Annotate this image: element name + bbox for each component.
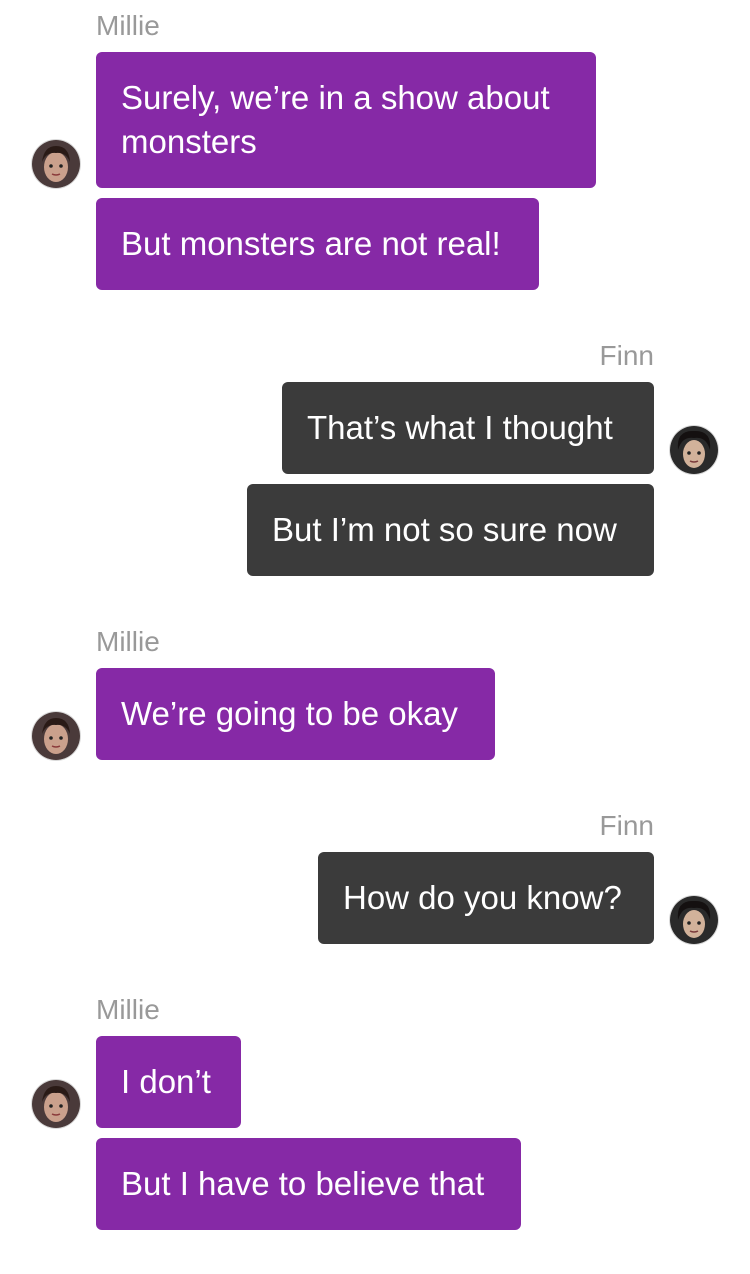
- sender-name-finn: Finn: [599, 340, 654, 371]
- sender-name-millie: Millie: [96, 626, 160, 657]
- message-bubble[interactable]: That’s what I thought: [282, 382, 654, 474]
- millie-avatar-icon[interactable]: [32, 712, 80, 760]
- millie-avatar-icon[interactable]: [32, 140, 80, 188]
- message-bubble[interactable]: Surely, we’re in a show about monsters: [96, 52, 596, 188]
- sender-name-millie: Millie: [96, 10, 160, 41]
- message-bubble[interactable]: But monsters are not real!: [96, 198, 539, 290]
- message-bubble[interactable]: How do you know?: [318, 852, 654, 944]
- finn-avatar-icon[interactable]: [670, 426, 718, 474]
- message-bubble[interactable]: But I have to believe that: [96, 1138, 521, 1230]
- message-bubble[interactable]: We’re going to be okay: [96, 668, 495, 760]
- message-bubble[interactable]: But I’m not so sure now: [247, 484, 654, 576]
- message-bubble[interactable]: I don’t: [96, 1036, 241, 1128]
- sender-name-finn: Finn: [599, 810, 654, 841]
- sender-name-millie: Millie: [96, 994, 160, 1025]
- millie-avatar-icon[interactable]: [32, 1080, 80, 1128]
- finn-avatar-icon[interactable]: [670, 896, 718, 944]
